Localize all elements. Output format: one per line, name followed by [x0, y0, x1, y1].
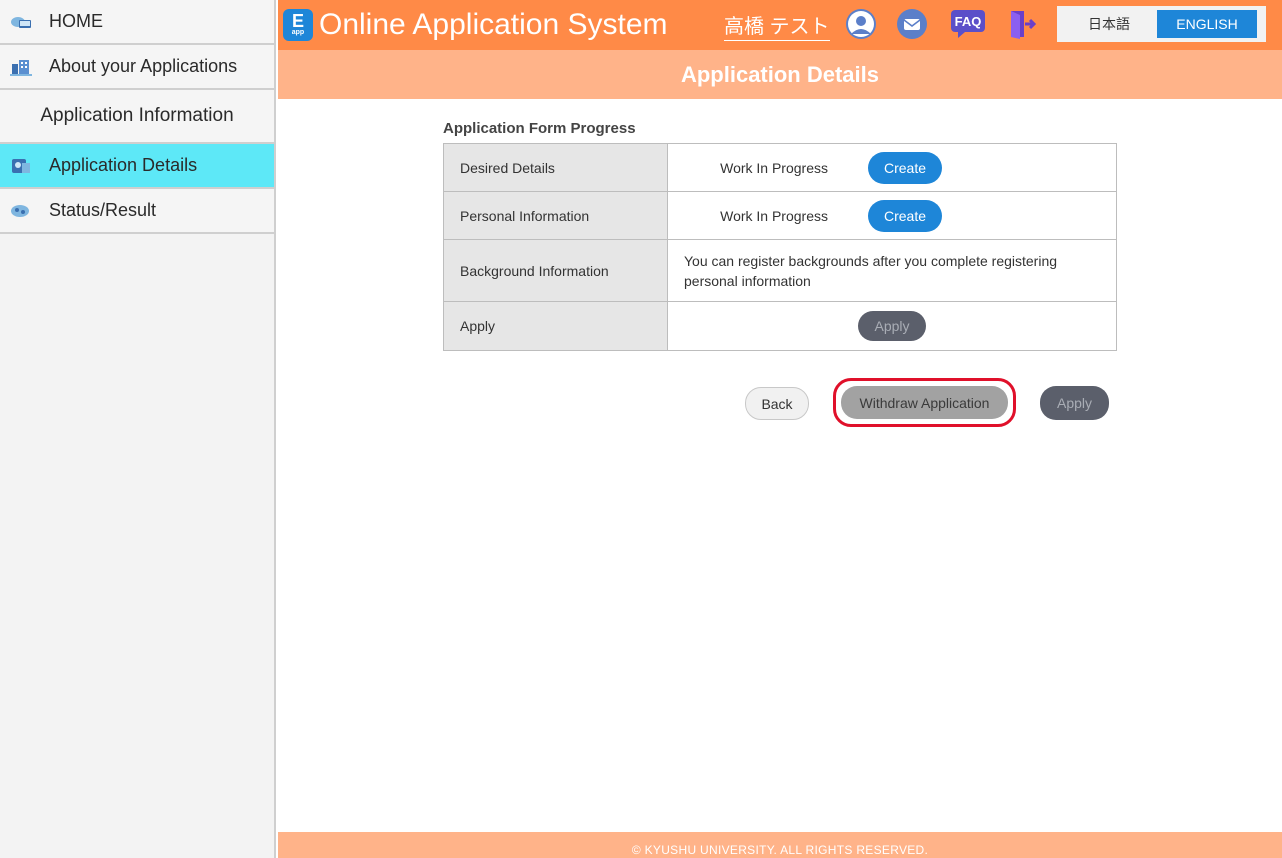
apply-button[interactable]: Apply	[1040, 386, 1109, 420]
home-icon	[10, 14, 32, 30]
row-label: Desired Details	[443, 143, 668, 192]
footer: © KYUSHU UNIVERSITY. ALL RIGHTS RESERVED…	[278, 832, 1282, 858]
svg-text:FAQ: FAQ	[955, 14, 982, 29]
app-title: Online Application System	[319, 8, 668, 41]
background-note: You can register backgrounds after you c…	[684, 252, 1058, 289]
status-text: Work In Progress	[720, 207, 828, 224]
language-japanese-button[interactable]: 日本語	[1061, 10, 1157, 38]
status-text: Work In Progress	[720, 159, 828, 176]
apply-row-button[interactable]: Apply	[858, 311, 926, 341]
app-header: E app Online Application System 高橋 テスト F…	[278, 0, 1282, 50]
table-row: Desired Details Work In Progress Create	[443, 143, 1117, 192]
sidebar-item-status-result[interactable]: Status/Result	[0, 189, 274, 234]
row-value: You can register backgrounds after you c…	[667, 239, 1117, 302]
building-icon	[10, 59, 32, 76]
sidebar-item-about-applications[interactable]: About your Applications	[0, 45, 274, 90]
row-cells: Work In Progress Create	[668, 144, 1116, 191]
user-name-link[interactable]: 高橋 テスト	[724, 10, 830, 41]
section-label: Application Form Progress	[443, 120, 636, 137]
sidebar-item-label: Application Details	[49, 155, 198, 175]
progress-table: Desired Details Work In Progress Create …	[443, 143, 1117, 351]
row-label: Apply	[443, 301, 668, 351]
row-value: Apply	[667, 301, 1117, 351]
logout-icon[interactable]	[1006, 8, 1038, 40]
logo-letter: E	[291, 11, 304, 31]
faq-icon[interactable]: FAQ	[950, 8, 986, 40]
table-row: Personal Information Work In Progress Cr…	[443, 191, 1117, 240]
sidebar-item-label: HOME	[49, 11, 103, 31]
back-button[interactable]: Back	[745, 387, 809, 420]
row-value: Work In Progress Create	[667, 191, 1117, 240]
table-row: Apply Apply	[443, 301, 1117, 351]
sidebar-item-label: Status/Result	[49, 200, 157, 220]
page-title-bar: Application Details	[278, 50, 1282, 99]
copyright-text: © KYUSHU UNIVERSITY. ALL RIGHTS RESERVED…	[631, 843, 929, 857]
withdraw-application-button[interactable]: Withdraw Application	[841, 386, 1008, 419]
sidebar-section-title: Application Information	[0, 90, 274, 144]
page-title: Application Details	[680, 61, 880, 87]
user-profile-icon[interactable]	[845, 8, 877, 40]
sidebar: HOME About your Applications Application…	[0, 0, 276, 858]
row-cells: Work In Progress Create	[668, 192, 1116, 239]
create-personal-information-button[interactable]: Create	[868, 199, 942, 232]
row-label: Personal Information	[443, 191, 668, 240]
language-english-button[interactable]: ENGLISH	[1157, 10, 1257, 38]
language-switcher: 日本語 ENGLISH	[1057, 6, 1266, 42]
app-logo[interactable]: E app	[283, 9, 313, 41]
mail-icon[interactable]	[896, 8, 928, 40]
sidebar-item-application-details[interactable]: Application Details	[0, 144, 274, 189]
row-label: Background Information	[443, 239, 668, 302]
create-desired-details-button[interactable]: Create	[868, 151, 942, 184]
sidebar-item-label: About your Applications	[49, 56, 238, 76]
table-row: Background Information You can register …	[443, 239, 1117, 302]
row-value: Work In Progress Create	[667, 143, 1117, 192]
status-icon	[10, 203, 32, 219]
details-icon	[10, 158, 32, 174]
logo-sub: app	[291, 29, 305, 36]
sidebar-item-home[interactable]: HOME	[0, 0, 274, 45]
